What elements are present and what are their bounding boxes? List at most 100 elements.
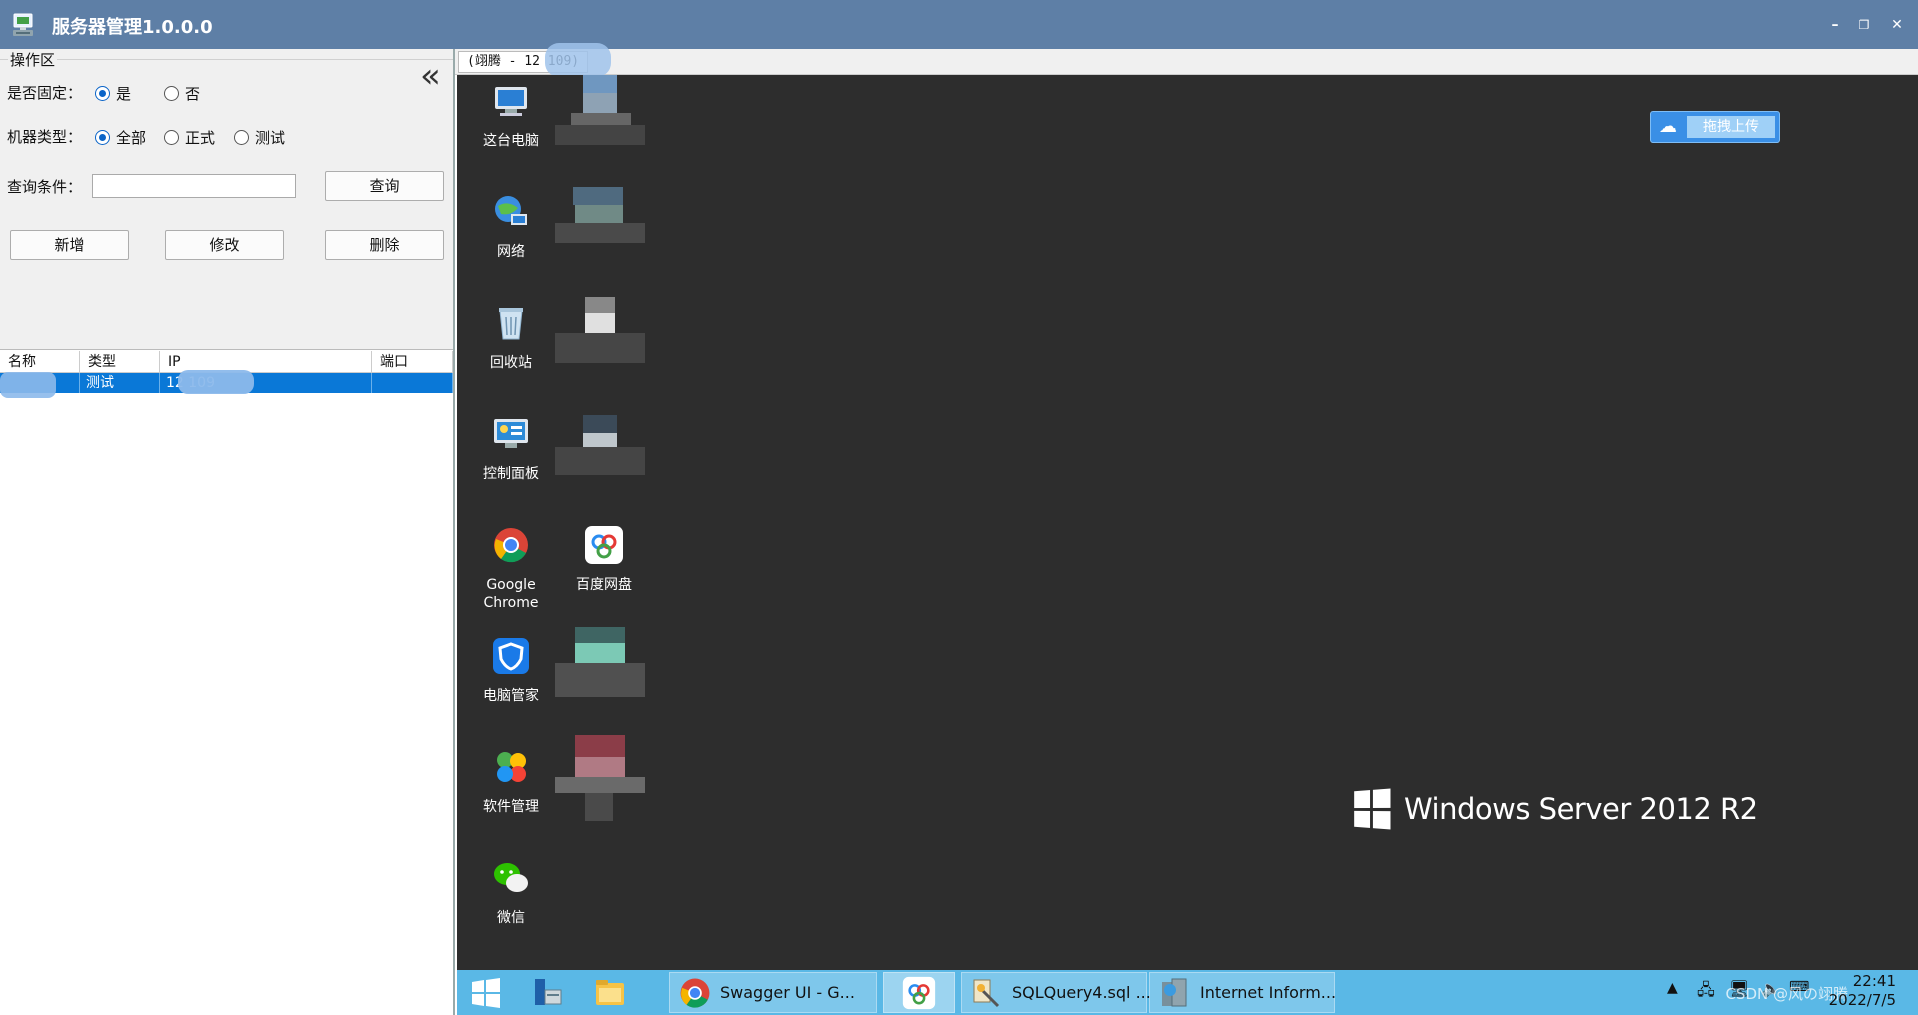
minimize-button[interactable]: – [1824,14,1846,36]
taskbar-app-iis[interactable]: Internet Inform... [1149,972,1337,1013]
clock-time: 22:41 [1852,972,1896,990]
column-header-type[interactable]: 类型 [80,351,160,372]
remote-desktop[interactable]: 这台电脑 网络 回收站 控制面板 Google Chrome 电脑管家 软件管理… [457,75,1918,970]
chrome-icon [494,528,528,563]
operation-zone-legend: 操作区 [8,49,58,70]
taskbar-clock[interactable]: 22:41 2022/7/5 [1829,972,1896,1010]
radio-unchecked-icon [234,130,249,145]
windows-logo-icon [1354,788,1391,830]
pc-manager-icon [493,638,529,674]
sql-icon [973,979,1000,1007]
desktop-icon-label: 百度网盘 [576,577,632,593]
baidu-netdisk-icon [585,526,623,564]
taskbar-app-baidu[interactable] [883,972,955,1013]
radio-label: 否 [185,85,201,103]
chrome-icon [680,978,710,1008]
desktop-icon-software-manager[interactable]: 软件管理 [464,747,558,816]
software-manager-icon [497,752,526,782]
column-header-port[interactable]: 端口 [372,351,453,372]
taskbar-app-label: Internet Inform... [1200,983,1337,1002]
windows-start-icon [472,977,500,1008]
desktop-icon-baidu-netdisk[interactable]: 百度网盘 [557,525,651,594]
os-brand-text: Windows Server 2012 R2 [1404,792,1758,826]
type-test-radio[interactable]: 测试 [234,127,285,148]
server-app-icon [13,13,33,36]
radio-unchecked-icon [164,130,179,145]
column-header-ip[interactable]: IP [160,351,372,372]
remote-taskbar: Swagger UI - G... SQLQuery4.sql ... Inte… [457,970,1918,1015]
radio-checked-icon [95,86,110,101]
desktop-icon-label: Google Chrome [483,577,539,611]
desktop-icon-chrome[interactable]: Google Chrome [464,525,558,612]
wechat-icon [494,863,528,892]
collapse-panel-icon[interactable]: « [420,59,441,93]
radio-label: 全部 [116,129,147,147]
network-status-icon[interactable]: 🖧 [1697,979,1715,1006]
redaction-mask [545,43,611,77]
desktop-icon-pc-manager[interactable]: 电脑管家 [464,636,558,705]
desktop-icon-label: 回收站 [490,355,532,371]
add-button[interactable]: 新增 [10,230,129,260]
taskbar-app-label: Swagger UI - G... [720,983,855,1002]
group-border [0,59,453,60]
recycle-bin-icon [499,308,523,340]
taskbar-app-swagger[interactable]: Swagger UI - G... [669,972,877,1013]
baidu-cloud-icon: ☁ [1659,116,1677,137]
baidu-netdisk-icon [902,976,936,1009]
type-all-radio[interactable]: 全部 [95,127,146,148]
desktop-icon-this-pc[interactable]: 这台电脑 [464,81,558,150]
desktop-icon-control-panel[interactable]: 控制面板 [464,414,558,483]
radio-label: 是 [116,85,132,103]
server-manager-button[interactable] [531,972,565,1013]
iis-icon [1162,978,1187,1006]
radio-checked-icon [95,130,110,145]
cell-port [372,373,453,393]
desktop-icon-network[interactable]: 网络 [464,192,558,261]
title-bar: 服务器管理1.0.0.0 – ❐ ✕ [0,0,1918,49]
fixed-label: 是否固定： [7,84,83,102]
taskbar-app-sqlquery[interactable]: SQLQuery4.sql ... [961,972,1151,1013]
tray-expand-icon[interactable]: ▲ [1667,980,1678,996]
close-button[interactable]: ✕ [1886,14,1908,36]
pixelated-icon [555,297,645,367]
operation-zone: 操作区 « 是否固定： 是 否 机器类型： 全部 正式 测试 查询条件： 查询 [0,49,453,350]
type-formal-radio[interactable]: 正式 [164,127,215,148]
os-brand: Windows Server 2012 R2 [1352,788,1758,830]
radio-unchecked-icon [164,86,179,101]
desktop-icon-recycle-bin[interactable]: 回收站 [464,303,558,372]
taskbar-app-label: SQLQuery4.sql ... [1012,983,1151,1002]
pixelated-icon [555,75,645,145]
query-input[interactable] [92,174,296,198]
pixelated-icon [555,187,645,257]
desktop-icon-label: 微信 [497,910,525,926]
radio-label: 正式 [185,129,216,147]
pixelated-icon [555,407,645,477]
desktop-icon-wechat[interactable]: 微信 [464,858,558,927]
query-label: 查询条件： [7,178,83,196]
drag-upload-label: 拖拽上传 [1687,116,1775,138]
drag-upload-button[interactable]: ☁ 拖拽上传 [1650,111,1780,143]
desktop-icon-label: 控制面板 [483,466,539,482]
redaction-mask [178,370,254,394]
cell-type: 测试 [80,373,160,393]
server-manager-icon [535,978,562,1005]
folder-icon [596,979,624,1005]
clock-date: 2022/7/5 [1828,991,1896,1009]
query-button[interactable]: 查询 [325,171,444,201]
restore-button[interactable]: ❐ [1853,14,1875,36]
desktop-icon-label: 这台电脑 [483,133,539,149]
edit-button[interactable]: 修改 [165,230,284,260]
desktop-icon-label: 软件管理 [483,799,539,815]
fixed-no-radio[interactable]: 否 [164,83,200,104]
pixelated-icon [555,735,645,825]
delete-button[interactable]: 删除 [325,230,444,260]
redaction-mask [0,372,56,398]
fixed-yes-radio[interactable]: 是 [95,83,131,104]
pixelated-icon [555,627,645,697]
network-icon [495,196,527,225]
window-title: 服务器管理1.0.0.0 [52,17,213,38]
computer-icon [495,87,527,116]
column-header-name[interactable]: 名称 [0,351,80,372]
start-button[interactable] [469,972,503,1013]
file-explorer-button[interactable] [593,972,627,1013]
